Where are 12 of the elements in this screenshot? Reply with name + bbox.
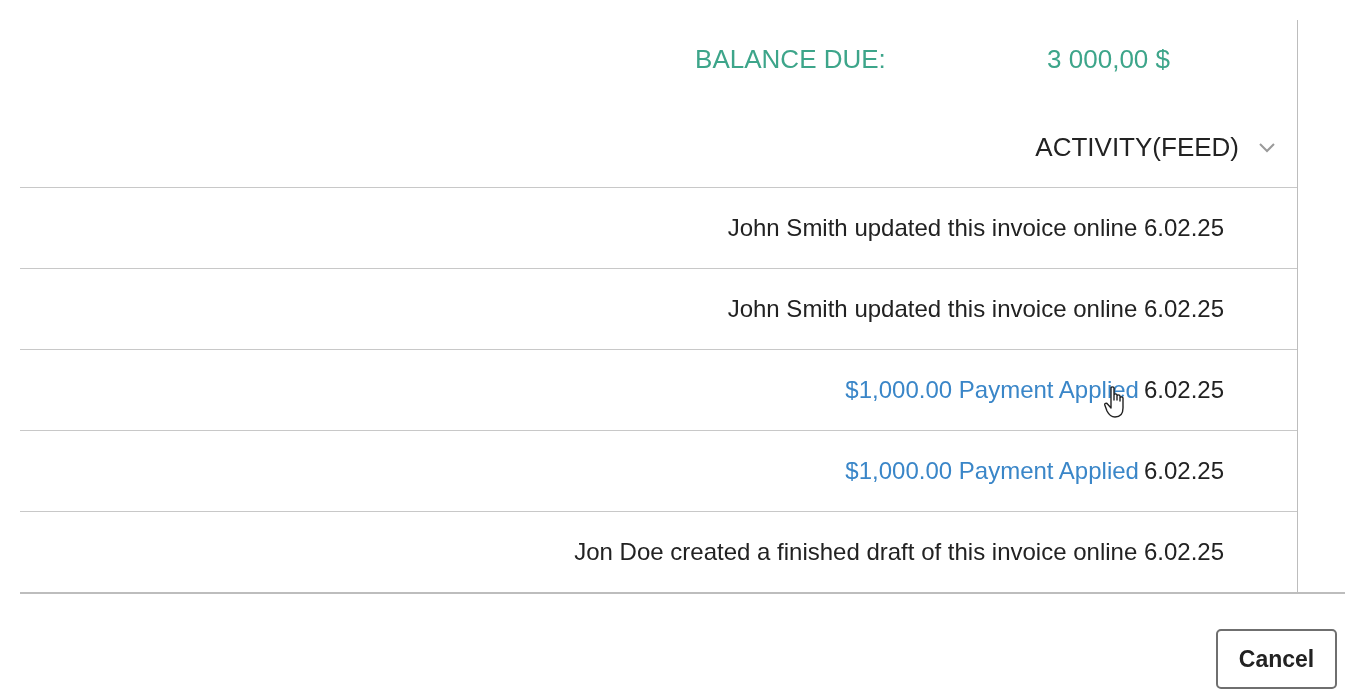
balance-label: BALANCE DUE: <box>695 43 887 76</box>
chevron-icon[interactable] <box>1259 142 1275 153</box>
cancel-button[interactable]: Cancel <box>1216 629 1337 689</box>
activity-entry: John Smith updated this invoice online 6.02.25 <box>727 294 1224 324</box>
activity-date: 6.02.25 <box>1143 456 1224 486</box>
balance-amount: 3 000,00 $ <box>1047 43 1170 76</box>
activity-title: ACTIVITY(FEED) <box>1035 131 1239 164</box>
activity-date: 6.02.25 <box>1143 375 1224 405</box>
payment-link[interactable]: $1,000.00 Payment Applied <box>845 453 1139 489</box>
activity-entry: John Smith updated this invoice online 6.02.25 <box>727 213 1224 243</box>
activity-entry: Jon Doe created a finished draft of this invoice online 6.02.25 <box>574 537 1224 567</box>
payment-link[interactable]: $1,000.00 Payment Applied <box>845 372 1139 408</box>
